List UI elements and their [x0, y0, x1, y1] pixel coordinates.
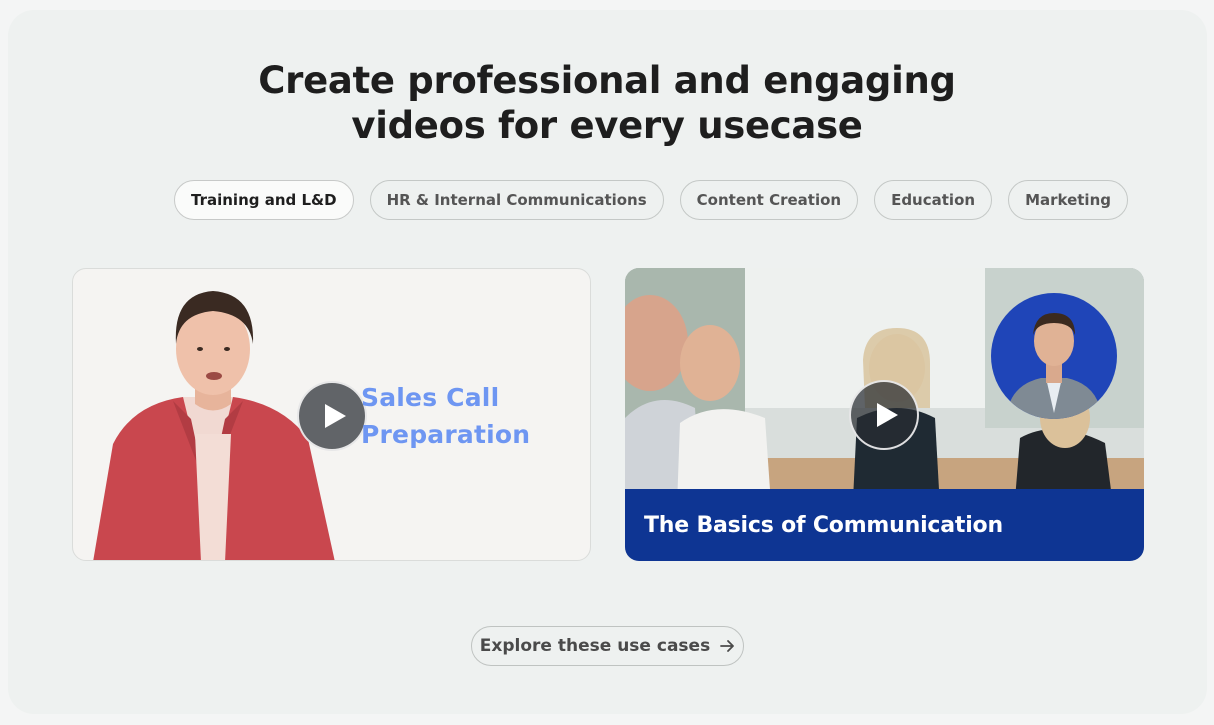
explore-label: Explore these use cases: [479, 636, 711, 656]
video-caption: The Basics of Communication: [644, 512, 1003, 538]
presenter-avatar: [991, 293, 1117, 419]
tab-marketing[interactable]: Marketing: [1008, 180, 1128, 220]
video-card-sales-call[interactable]: Sales Call Preparation: [72, 268, 591, 561]
usecase-tabs: Training and L&D HR & Internal Communica…: [174, 180, 1128, 220]
play-icon: [876, 403, 898, 427]
play-button[interactable]: [297, 381, 367, 451]
video-title: Sales Call Preparation: [361, 383, 531, 449]
explore-use-cases-button[interactable]: Explore these use cases: [471, 626, 744, 666]
play-button[interactable]: [849, 380, 919, 450]
tab-training[interactable]: Training and L&D: [174, 180, 354, 220]
heading-line-2: videos for every usecase: [351, 104, 863, 147]
tab-content-creation[interactable]: Content Creation: [679, 180, 859, 220]
arrow-right-icon: [720, 640, 735, 652]
video-card-communication[interactable]: The Basics of Communication: [625, 268, 1144, 561]
heading-line-1: Create professional and engaging: [258, 59, 956, 102]
tab-education[interactable]: Education: [874, 180, 993, 220]
section-heading: Create professional and engaging videos …: [0, 58, 1214, 148]
tab-hr-internal-comms[interactable]: HR & Internal Communications: [369, 180, 664, 220]
video-caption-bar: The Basics of Communication: [625, 489, 1144, 561]
play-icon: [324, 404, 346, 428]
